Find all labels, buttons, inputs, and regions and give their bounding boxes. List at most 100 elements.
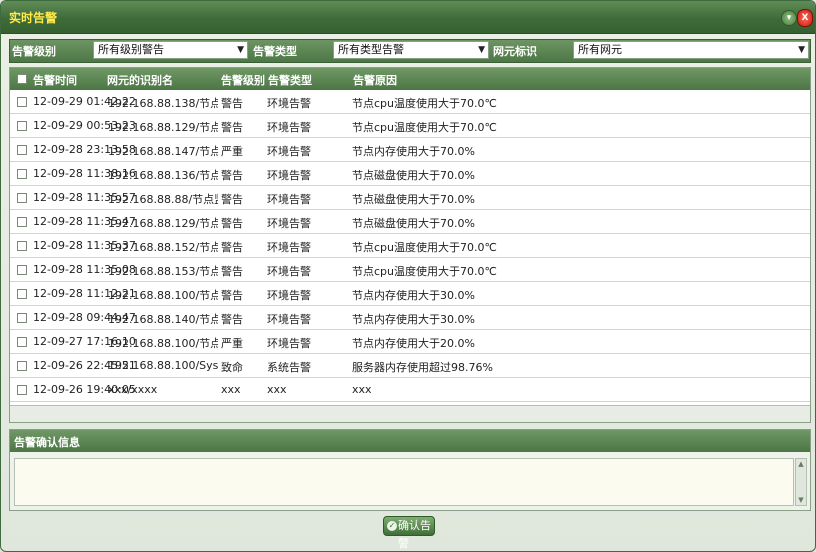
confirm-panel-title: 告警确认信息 xyxy=(14,436,80,449)
chevron-down-icon: ▼ xyxy=(237,45,244,55)
row-level: 严重 xyxy=(221,337,243,350)
row-type: 环境告警 xyxy=(267,193,311,206)
row-time: 12-09-26 22:45:51 xyxy=(33,359,136,372)
close-icon[interactable]: X xyxy=(797,9,813,27)
row-type: xxx xyxy=(267,383,287,396)
table-row[interactable]: 12-09-28 23:13:58192.168.88.147/节点监控引擎严重… xyxy=(10,138,810,162)
row-ne-name: 192.168.88.152/节点监控引擎 xyxy=(108,241,218,254)
window-title: 实时告警 xyxy=(9,11,58,25)
ne-filter-select[interactable]: 所有网元 ▼ xyxy=(573,41,809,59)
alarm-window: 实时告警 ▾ X 告警级别 所有级别警告 ▼ 告警类型 所有类型告警 ▼ 网元标… xyxy=(0,0,816,552)
row-level: 警告 xyxy=(221,169,243,182)
row-time: 12-09-26 19:40:05 xyxy=(33,383,136,396)
select-all-checkbox[interactable] xyxy=(17,74,27,84)
row-reason: 节点cpu温度使用大于70.0℃ xyxy=(352,121,497,134)
header-level[interactable]: 告警级别 xyxy=(221,72,265,88)
row-time: 12-09-28 11:35:08 xyxy=(33,263,136,276)
row-reason: xxx xyxy=(352,383,372,396)
row-ne-name: 192.168.88.153/节点监控引擎 xyxy=(108,265,218,278)
row-reason: 节点cpu温度使用大于70.0℃ xyxy=(352,97,497,110)
row-checkbox[interactable] xyxy=(17,145,27,155)
header-time[interactable]: 告警时间 xyxy=(33,72,77,88)
filter-bar: 告警级别 所有级别警告 ▼ 告警类型 所有类型告警 ▼ 网元标识 所有网元 ▼ xyxy=(9,39,811,63)
row-checkbox[interactable] xyxy=(17,385,27,395)
row-ne-name: 192.168.88.147/节点监控引擎 xyxy=(108,145,218,158)
row-reason: 节点磁盘使用大于70.0% xyxy=(352,169,475,182)
confirm-scrollbar[interactable]: ▲ ▼ xyxy=(795,458,807,506)
row-checkbox[interactable] xyxy=(17,121,27,131)
table-row[interactable]: 12-09-28 11:38:16192.168.88.136/节点监控引擎警告… xyxy=(10,162,810,186)
row-ne-name: 192.168.88.100/节点监控引擎 xyxy=(108,337,218,350)
table-row[interactable]: 12-09-28 11:12:21192.168.88.100/节点监控引擎警告… xyxy=(10,282,810,306)
row-reason: 节点cpu温度使用大于70.0℃ xyxy=(352,265,497,278)
row-time: 12-09-28 09:44:47 xyxy=(33,311,136,324)
type-filter-label: 告警类型 xyxy=(253,45,297,58)
row-level: 警告 xyxy=(221,289,243,302)
scroll-down-icon[interactable]: ▼ xyxy=(796,495,806,505)
row-reason: 节点内存使用大于30.0% xyxy=(352,289,475,302)
row-checkbox[interactable] xyxy=(17,313,27,323)
type-filter-value: 所有类型告警 xyxy=(338,43,404,56)
level-filter-label: 告警级别 xyxy=(12,45,56,58)
header-reason[interactable]: 告警原因 xyxy=(353,72,397,88)
minimize-icon[interactable]: ▾ xyxy=(781,10,797,26)
header-type[interactable]: 告警类型 xyxy=(268,72,312,88)
row-level: 警告 xyxy=(221,97,243,110)
title-bar: 实时告警 ▾ X xyxy=(1,1,815,34)
row-reason: 服务器内存使用超过98.76% xyxy=(352,361,493,374)
row-type: 环境告警 xyxy=(267,241,311,254)
table-row[interactable]: 12-09-28 11:35:47192.168.88.129/节点监控引擎警告… xyxy=(10,210,810,234)
row-checkbox[interactable] xyxy=(17,241,27,251)
check-icon: ✓ xyxy=(387,521,397,531)
confirm-alarm-button[interactable]: ✓ 确认告警 xyxy=(383,516,435,550)
row-checkbox[interactable] xyxy=(17,217,27,227)
scroll-up-icon[interactable]: ▲ xyxy=(796,459,806,469)
row-ne-name: 192.168.88.100/节点监控引擎 xyxy=(108,289,218,302)
table-row[interactable]: 12-09-28 09:44:47192.168.88.140/节点监控引擎警告… xyxy=(10,306,810,330)
row-type: 环境告警 xyxy=(267,121,311,134)
type-filter-select[interactable]: 所有类型告警 ▼ xyxy=(333,41,489,59)
row-level: 警告 xyxy=(221,241,243,254)
table-row[interactable]: 12-09-29 01:42:22192.168.88.138/节点监控引擎警告… xyxy=(10,90,810,114)
row-time: 12-09-28 11:35:47 xyxy=(33,215,136,228)
row-checkbox[interactable] xyxy=(17,361,27,371)
table-row[interactable]: 12-09-28 11:35:37192.168.88.152/节点监控引擎警告… xyxy=(10,234,810,258)
confirm-panel: 告警确认信息 ▲ ▼ xyxy=(9,429,811,511)
row-ne-name: 192.168.88.129/节点监控引擎 xyxy=(108,217,218,230)
row-reason: 节点磁盘使用大于70.0% xyxy=(352,217,475,230)
row-type: 环境告警 xyxy=(267,313,311,326)
row-time: 12-09-28 11:35:57 xyxy=(33,191,136,204)
row-checkbox[interactable] xyxy=(17,169,27,179)
table-footer xyxy=(10,405,810,422)
table-row[interactable]: 12-09-29 00:53:23192.168.88.129/节点监控引擎警告… xyxy=(10,114,810,138)
chevron-down-icon: ▼ xyxy=(798,45,805,55)
header-name[interactable]: 网元的识别名 xyxy=(107,72,173,88)
row-ne-name: 192.168.88.136/节点监控引擎 xyxy=(108,169,218,182)
row-type: 环境告警 xyxy=(267,169,311,182)
ne-filter-label: 网元标识 xyxy=(493,45,537,58)
row-type: 环境告警 xyxy=(267,217,311,230)
row-ne-name: 192.168.88.88/节点监控引擎 xyxy=(108,193,218,206)
row-level: 警告 xyxy=(221,265,243,278)
row-level: 严重 xyxy=(221,145,243,158)
row-ne-name: 192.168.88.100/SystemMonit xyxy=(108,359,218,372)
row-type: 环境告警 xyxy=(267,97,311,110)
table-row[interactable]: 12-09-28 11:35:08192.168.88.153/节点监控引擎警告… xyxy=(10,258,810,282)
row-reason: 节点磁盘使用大于70.0% xyxy=(352,193,475,206)
confirm-text-area[interactable] xyxy=(14,458,794,506)
table-row[interactable]: 12-09-27 17:16:10192.168.88.100/节点监控引擎严重… xyxy=(10,330,810,354)
level-filter-select[interactable]: 所有级别警告 ▼ xyxy=(93,41,248,59)
table-row[interactable]: 12-09-26 22:45:51192.168.88.100/SystemMo… xyxy=(10,354,810,378)
row-checkbox[interactable] xyxy=(17,289,27,299)
table-row[interactable]: 12-09-26 19:40:05 xxx/xxxx xxx xxx xxx xyxy=(10,378,810,402)
row-checkbox[interactable] xyxy=(17,265,27,275)
row-type: 环境告警 xyxy=(267,145,311,158)
table-row[interactable]: 12-09-28 11:35:57192.168.88.88/节点监控引擎警告 环… xyxy=(10,186,810,210)
table-header: 告警时间 网元的识别名 告警级别 告警类型 告警原因 xyxy=(10,68,810,90)
row-checkbox[interactable] xyxy=(17,337,27,347)
confirm-alarm-label: 确认告警 xyxy=(398,519,431,550)
row-checkbox[interactable] xyxy=(17,193,27,203)
alarm-table: 告警时间 网元的识别名 告警级别 告警类型 告警原因 12-09-29 01:4… xyxy=(9,67,811,423)
row-checkbox[interactable] xyxy=(17,97,27,107)
row-time: 12-09-28 11:12:21 xyxy=(33,287,136,300)
